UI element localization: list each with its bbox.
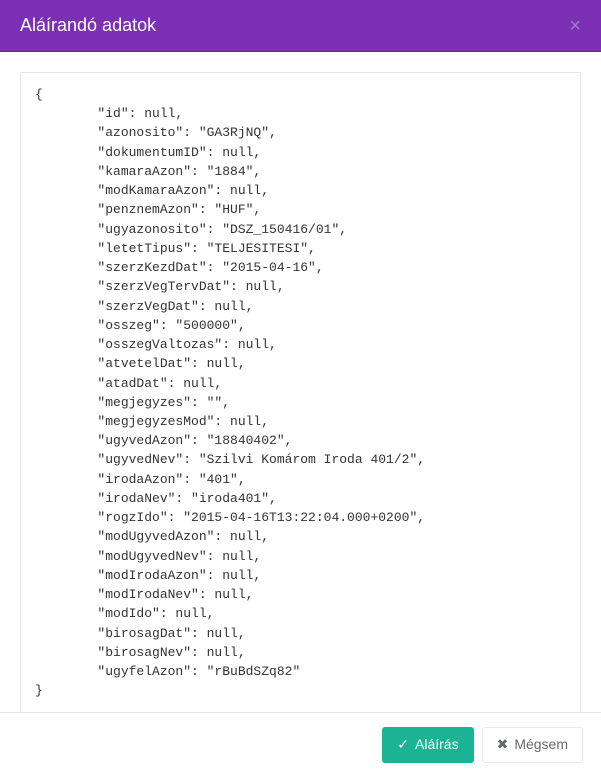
check-icon: ✓ (397, 735, 409, 755)
x-icon: ✖ (497, 735, 509, 755)
close-button[interactable]: × (569, 16, 581, 36)
close-icon: × (569, 16, 581, 36)
modal-title: Aláírandó adatok (20, 15, 156, 36)
sign-button-label: Aláírás (415, 735, 459, 755)
modal-footer: ✓ Aláírás ✖ Mégsem (0, 712, 601, 777)
json-data-block: { "id": null, "azonosito": "GA3RjNQ", "d… (20, 72, 581, 712)
modal-dialog: Aláírandó adatok × { "id": null, "azonos… (0, 0, 601, 777)
sign-button[interactable]: ✓ Aláírás (382, 727, 473, 763)
modal-header: Aláírandó adatok × (0, 0, 601, 52)
cancel-button[interactable]: ✖ Mégsem (482, 727, 583, 763)
modal-body: { "id": null, "azonosito": "GA3RjNQ", "d… (0, 52, 601, 712)
cancel-button-label: Mégsem (514, 735, 568, 755)
